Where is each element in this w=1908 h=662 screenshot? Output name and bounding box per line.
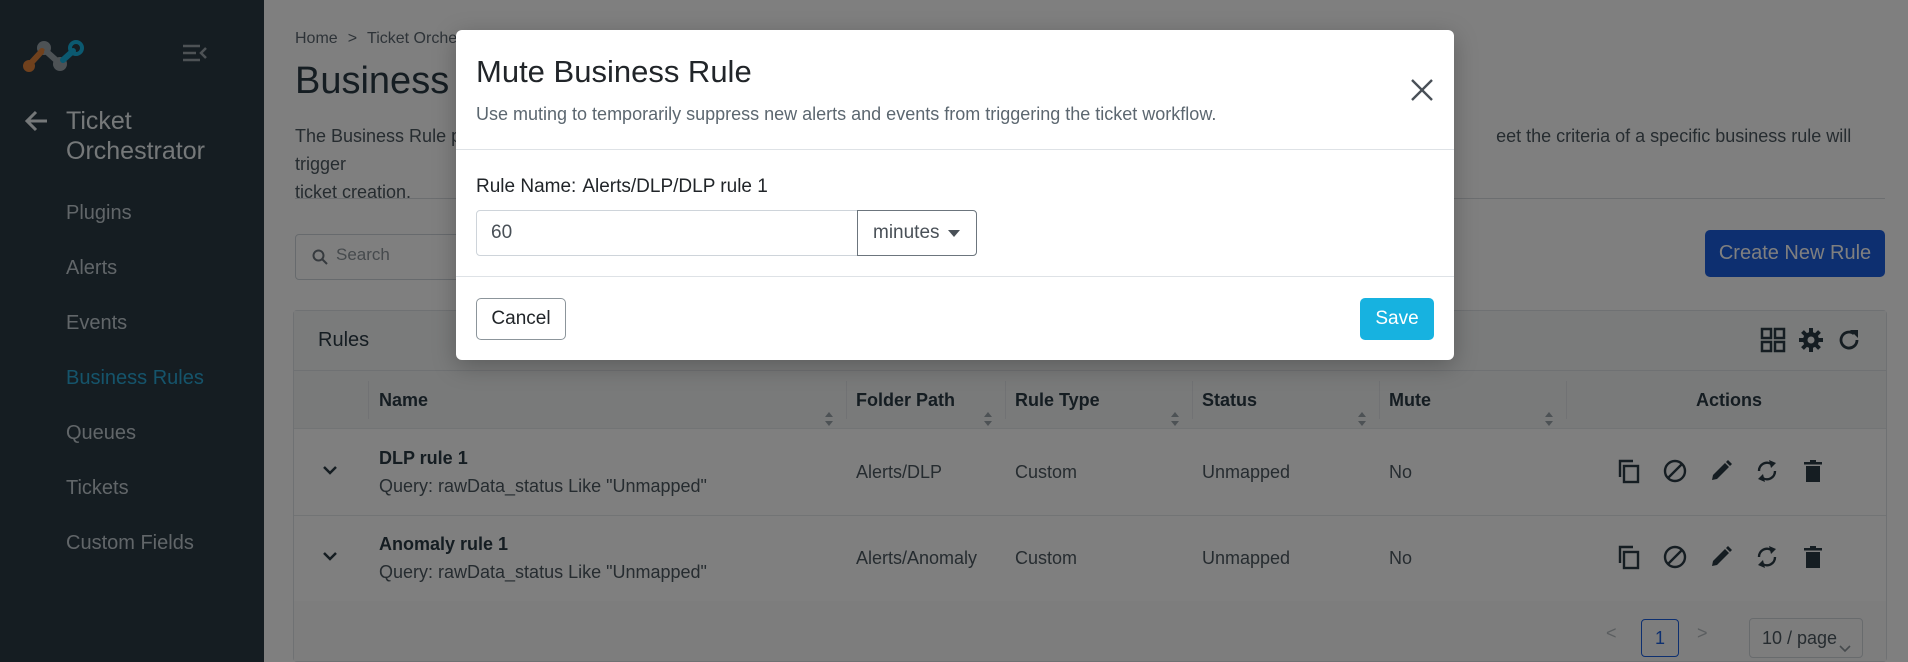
duration-unit-label: minutes — [873, 222, 940, 243]
modal-title: Mute Business Rule — [476, 54, 752, 89]
close-icon[interactable] — [1410, 78, 1434, 102]
mute-duration-input[interactable] — [476, 210, 858, 256]
modal-body: Rule Name:Alerts/DLP/DLP rule 1 minutes — [456, 150, 1454, 277]
modal-subtitle: Use muting to temporarily suppress new a… — [476, 104, 1217, 124]
duration-unit-dropdown[interactable]: minutes — [857, 210, 977, 256]
modal-header: Mute Business Rule Use muting to tempora… — [456, 30, 1454, 150]
rule-name-line: Rule Name: Alerts/DLP/DLP rule 1 — [476, 176, 768, 198]
save-button[interactable]: Save — [1360, 298, 1434, 340]
caret-down-icon — [948, 230, 960, 237]
rule-name-value: Alerts/DLP/DLP rule 1 — [582, 176, 768, 197]
mute-rule-modal: Mute Business Rule Use muting to tempora… — [456, 30, 1454, 360]
cancel-button[interactable]: Cancel — [476, 298, 566, 340]
rule-name-label: Rule Name: — [476, 176, 577, 197]
